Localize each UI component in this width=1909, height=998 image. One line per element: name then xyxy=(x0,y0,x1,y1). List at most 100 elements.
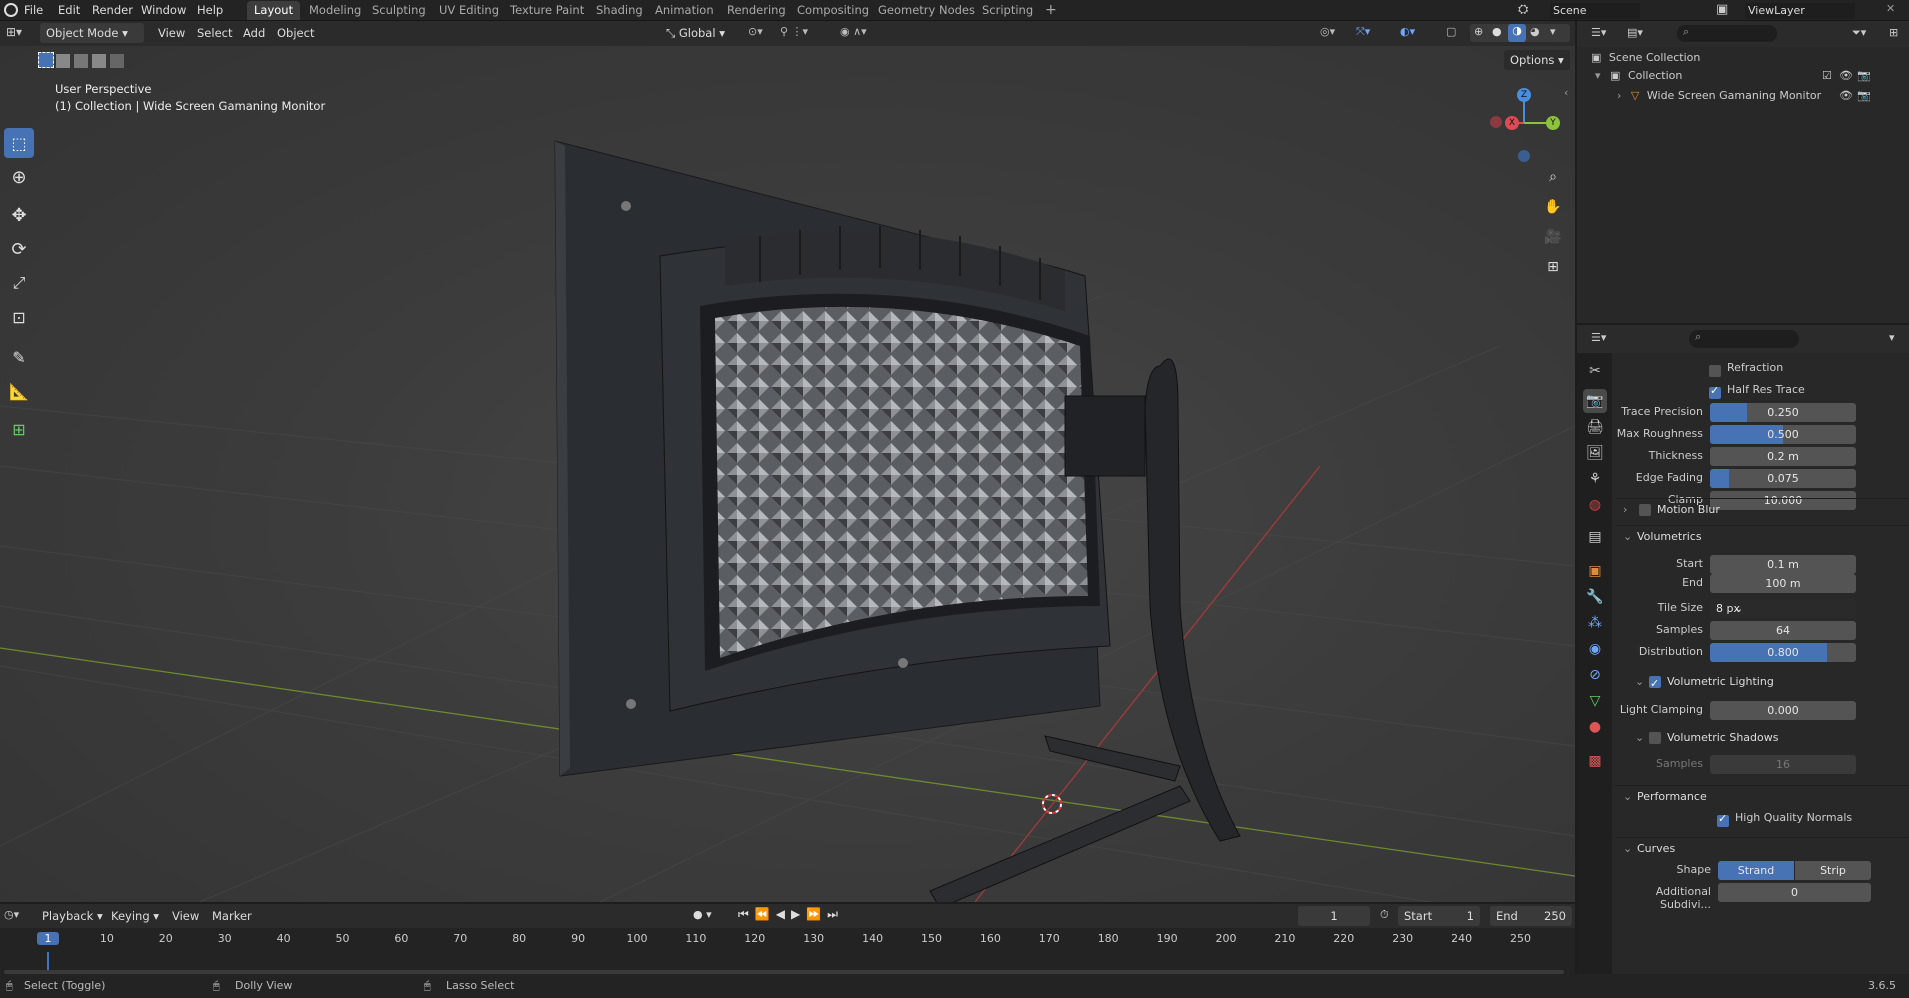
render-camera-icon[interactable]: 📷 xyxy=(1857,87,1871,105)
light-clamping-field[interactable]: 0.000 xyxy=(1710,701,1856,720)
tab-texture-paint[interactable]: Texture Paint xyxy=(503,1,591,20)
select-mode-buttons[interactable] xyxy=(38,52,128,70)
start-frame-field[interactable]: Start 1 xyxy=(1398,906,1480,926)
snap-icon[interactable]: ⚲ ⋮▾ xyxy=(780,25,808,38)
sidebar-toggle-icon[interactable]: ‹ xyxy=(1564,86,1568,99)
shape-strip-button[interactable]: Strip xyxy=(1795,861,1871,880)
annotate-tool-icon[interactable]: ✎ xyxy=(4,342,34,372)
select-extend-icon[interactable] xyxy=(56,54,70,68)
add-cube-tool-icon[interactable]: ⊞ xyxy=(4,414,34,444)
collection-row[interactable]: ▾ ▣ Collection ☑ 👁 📷 xyxy=(1595,67,1895,85)
menu-select[interactable]: Select xyxy=(197,23,232,43)
view-layer-tab-icon[interactable]: 🖼 xyxy=(1583,441,1607,465)
object-tab-icon[interactable]: ▣ xyxy=(1583,559,1607,583)
rendered-shading-icon[interactable]: ◕ xyxy=(1530,25,1540,38)
curves-panel-header[interactable]: ⌄ Curves xyxy=(1615,837,1909,859)
end-frame-field[interactable]: End 250 xyxy=(1490,906,1572,926)
timeline-view-menu[interactable]: View xyxy=(172,906,199,926)
options-dropdown[interactable]: Options ▾ xyxy=(1504,50,1570,70)
volumetric-shadows-subpanel[interactable]: ⌄ Volumetric Shadows xyxy=(1615,727,1909,749)
shadow-samples-field[interactable]: 16 xyxy=(1710,755,1856,774)
expand-arrow-icon[interactable]: › xyxy=(1617,89,1621,102)
tab-rendering[interactable]: Rendering xyxy=(720,1,793,20)
measure-tool-icon[interactable]: 📐 xyxy=(4,376,34,406)
output-tab-icon[interactable]: 🖨 xyxy=(1583,415,1607,439)
overlay-icon[interactable]: ◐▾ xyxy=(1400,25,1415,38)
material-tab-icon[interactable]: ● xyxy=(1583,715,1607,739)
filter-icon[interactable]: ⏷▾ xyxy=(1852,26,1866,40)
rotate-tool-icon[interactable]: ⟳ xyxy=(4,234,34,264)
pivot-icon[interactable]: ⊙▾ xyxy=(748,25,763,38)
menu-view[interactable]: View xyxy=(158,23,185,43)
add-workspace-button[interactable]: + xyxy=(1038,1,1064,20)
refraction-checkbox[interactable] xyxy=(1709,365,1721,377)
tab-sculpting[interactable]: Sculpting xyxy=(365,1,433,20)
y-axis-icon[interactable]: Y xyxy=(1546,116,1560,130)
max-roughness-field[interactable]: 0.500 xyxy=(1710,425,1856,444)
texture-tab-icon[interactable]: ▩ xyxy=(1583,749,1607,773)
world-tab-icon[interactable]: ◍ xyxy=(1583,493,1607,517)
additional-subdiv-field[interactable]: 0 xyxy=(1718,883,1871,902)
playback-controls-icon[interactable]: ⏮⏪◀▶⏩⏭ xyxy=(738,907,844,922)
material-shading-icon[interactable]: ◑ xyxy=(1508,24,1526,42)
record-icon[interactable]: ● ▾ xyxy=(693,908,712,921)
volumetrics-panel-header[interactable]: ⌄ Volumetrics xyxy=(1615,525,1909,547)
select-invert-icon[interactable] xyxy=(92,54,106,68)
menu-help[interactable]: Help xyxy=(197,2,223,19)
wireframe-shading-icon[interactable]: ⊕ xyxy=(1474,25,1483,38)
volumetric-lighting-subpanel[interactable]: ⌄ Volumetric Lighting xyxy=(1615,671,1909,695)
shading-modes[interactable]: ⊕ ● ◑ ◕ ▾ xyxy=(1470,24,1570,42)
select-new-icon[interactable] xyxy=(38,52,54,68)
playhead[interactable] xyxy=(47,952,49,972)
move-tool-icon[interactable]: ✥ xyxy=(4,200,34,230)
motion-blur-panel-header[interactable]: › Motion Blur xyxy=(1615,498,1909,520)
tab-compositing[interactable]: Compositing xyxy=(790,1,876,20)
menu-object[interactable]: Object xyxy=(277,23,314,43)
motion-blur-checkbox[interactable] xyxy=(1639,504,1651,516)
data-tab-icon[interactable]: ▽ xyxy=(1583,689,1607,713)
tab-shading[interactable]: Shading xyxy=(589,1,650,20)
menu-edit[interactable]: Edit xyxy=(58,2,80,19)
particles-tab-icon[interactable]: ⁂ xyxy=(1583,611,1607,635)
tab-geometry-nodes[interactable]: Geometry Nodes xyxy=(871,1,982,20)
keying-menu[interactable]: Keying ▾ xyxy=(111,906,159,926)
collection-tab-icon[interactable]: ▤ xyxy=(1583,525,1607,549)
tile-size-dropdown[interactable]: 8 px⌄ xyxy=(1710,599,1856,618)
cursor-tool-icon[interactable]: ⊕ xyxy=(4,162,34,192)
volumetric-shadows-checkbox[interactable] xyxy=(1649,732,1661,744)
modifier-tab-icon[interactable]: 🔧 xyxy=(1583,585,1607,609)
constraints-tab-icon[interactable]: ⊘ xyxy=(1583,663,1607,687)
grid-view-icon[interactable]: ⊞ xyxy=(1540,254,1566,280)
visibility-icon[interactable]: ◎▾ xyxy=(1320,25,1335,38)
current-frame-field[interactable]: 1 xyxy=(1298,906,1370,926)
xray-icon[interactable]: ▢ xyxy=(1446,25,1456,38)
menu-file[interactable]: File xyxy=(24,2,43,19)
camera-icon[interactable]: 🎥 xyxy=(1540,224,1566,250)
neg-z-axis-icon[interactable] xyxy=(1518,150,1530,162)
orientation-dropdown[interactable]: ⤡ Global ▾ xyxy=(660,23,740,43)
pan-hand-icon[interactable]: ✋ xyxy=(1540,194,1566,220)
marker-menu[interactable]: Marker xyxy=(212,906,252,926)
x-axis-icon[interactable]: X xyxy=(1505,116,1519,130)
scene-tab-icon[interactable]: ⚘ xyxy=(1583,467,1607,491)
options-icon[interactable]: ▾ xyxy=(1889,331,1895,344)
neg-x-axis-icon[interactable] xyxy=(1490,116,1502,128)
expand-arrow-icon[interactable]: ▾ xyxy=(1595,69,1601,82)
tab-modeling[interactable]: Modeling xyxy=(302,1,368,20)
distribution-field[interactable]: 0.800 xyxy=(1710,643,1856,662)
shape-strand-button[interactable]: Strand xyxy=(1718,861,1794,880)
blender-logo-icon[interactable] xyxy=(4,3,18,17)
editor-type-icon[interactable]: ⊞▾ xyxy=(6,25,22,39)
proportional-edit-icon[interactable]: ◉ ∧▾ xyxy=(840,25,867,38)
menu-add[interactable]: Add xyxy=(243,23,265,43)
close-icon[interactable]: ✕ xyxy=(1886,2,1895,15)
half-res-trace-checkbox[interactable] xyxy=(1709,384,1721,399)
view-layer-field[interactable]: ViewLayer xyxy=(1745,3,1855,19)
scene-field[interactable]: Scene xyxy=(1550,3,1640,19)
editor-type-icon[interactable]: ☰▾ xyxy=(1591,26,1606,39)
thickness-field[interactable]: 0.2 m xyxy=(1710,447,1856,466)
vol-end-field[interactable]: 100 m xyxy=(1710,574,1856,593)
vol-start-field[interactable]: 0.1 m xyxy=(1710,555,1856,574)
stopwatch-icon[interactable]: ⏱ xyxy=(1380,908,1389,922)
render-camera-icon[interactable]: 📷 xyxy=(1857,67,1871,85)
